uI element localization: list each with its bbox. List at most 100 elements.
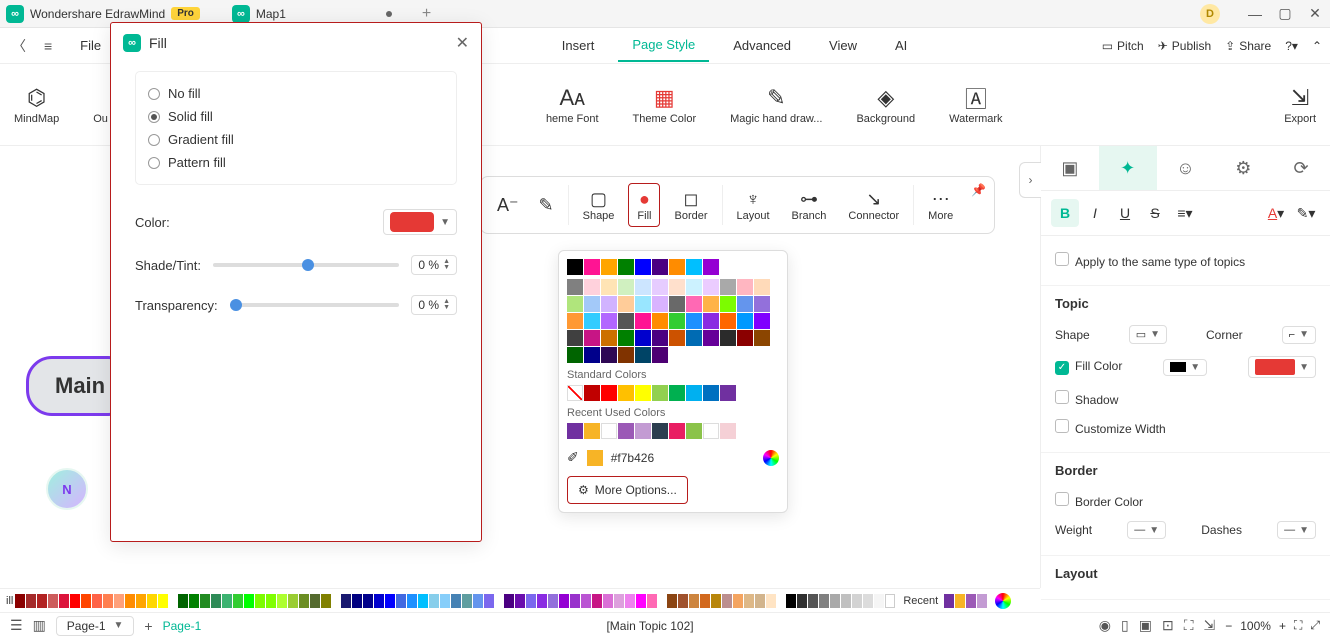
hex-value[interactable]: #f7b426: [611, 451, 654, 465]
fmt-align[interactable]: ≡▾: [1171, 199, 1199, 227]
strip-swatch[interactable]: [222, 594, 232, 608]
close-button[interactable]: ✕: [1300, 5, 1330, 22]
rp-tab-icon[interactable]: ☺: [1157, 146, 1215, 190]
menu-insert[interactable]: Insert: [548, 30, 609, 61]
ribbon-background[interactable]: ◈Background: [856, 85, 915, 125]
menu-ai[interactable]: AI: [881, 30, 921, 61]
strip-swatch[interactable]: [136, 594, 146, 608]
share-button[interactable]: ⇪ Share: [1225, 39, 1271, 53]
strip-swatch[interactable]: [755, 594, 765, 608]
outline-view-icon[interactable]: ☰: [10, 617, 23, 634]
ft-layout[interactable]: ♆Layout: [729, 184, 778, 226]
strip-swatch[interactable]: [581, 594, 591, 608]
shape-select[interactable]: ▭ ▼: [1129, 325, 1167, 344]
color-swatch[interactable]: [567, 423, 583, 439]
color-swatch[interactable]: [703, 259, 719, 275]
dialog-close-button[interactable]: ✕: [456, 33, 469, 53]
strip-swatch[interactable]: [766, 594, 776, 608]
strip-swatch[interactable]: [537, 594, 547, 608]
fullscreen[interactable]: ⤢: [1310, 618, 1320, 633]
fill-opt-gradient[interactable]: Gradient fill: [148, 128, 444, 151]
menu-icon[interactable]: ≡: [40, 38, 56, 54]
ft-format-painter[interactable]: ✎: [531, 190, 562, 220]
strip-swatch[interactable]: [440, 594, 450, 608]
transparency-spinner[interactable]: ▲▼: [443, 299, 450, 311]
strip-swatch[interactable]: [277, 594, 287, 608]
strip-swatch[interactable]: [92, 594, 102, 608]
strip-swatch[interactable]: [255, 594, 265, 608]
color-swatch[interactable]: [567, 279, 583, 295]
color-swatch[interactable]: [703, 296, 719, 312]
color-swatch[interactable]: [567, 347, 583, 363]
collapse-ribbon[interactable]: ⌃: [1312, 39, 1322, 53]
color-swatch[interactable]: [754, 313, 770, 329]
color-swatch[interactable]: [669, 330, 685, 346]
strip-swatch[interactable]: [592, 594, 602, 608]
strip-swatch[interactable]: [114, 594, 124, 608]
ribbon-watermark[interactable]: 🄰Watermark: [949, 85, 1002, 125]
color-swatch[interactable]: [635, 313, 651, 329]
color-swatch[interactable]: [669, 385, 685, 401]
strip-swatch[interactable]: [797, 594, 807, 608]
color-swatch[interactable]: [584, 385, 600, 401]
strip-swatch[interactable]: [81, 594, 91, 608]
color-swatch[interactable]: [754, 279, 770, 295]
color-swatch[interactable]: [618, 347, 634, 363]
strip-swatch[interactable]: [689, 594, 699, 608]
color-swatch[interactable]: [703, 279, 719, 295]
color-swatch[interactable]: [635, 347, 651, 363]
color-swatch[interactable]: [618, 259, 634, 275]
color-swatch[interactable]: [652, 385, 668, 401]
strip-recent-swatch[interactable]: [977, 594, 987, 608]
status-icon-4[interactable]: ⊡: [1162, 617, 1174, 634]
color-swatch[interactable]: [737, 296, 753, 312]
color-swatch[interactable]: [567, 259, 583, 275]
color-swatch[interactable]: [686, 330, 702, 346]
color-swatch[interactable]: [584, 296, 600, 312]
pin-icon[interactable]: 📌: [971, 183, 986, 197]
strip-swatch[interactable]: [504, 594, 514, 608]
strip-swatch[interactable]: [70, 594, 80, 608]
fill-color-select[interactable]: ▼: [1248, 356, 1316, 378]
fmt-italic[interactable]: I: [1081, 199, 1109, 227]
ft-border[interactable]: ◻Border: [666, 184, 715, 226]
status-icon-2[interactable]: ▯: [1121, 617, 1129, 634]
strip-swatch[interactable]: [678, 594, 688, 608]
color-swatch[interactable]: [720, 279, 736, 295]
color-swatch[interactable]: [703, 313, 719, 329]
strip-swatch[interactable]: [244, 594, 254, 608]
strip-swatch[interactable]: [808, 594, 818, 608]
fill-color-check[interactable]: ✓: [1055, 361, 1069, 375]
strip-swatch[interactable]: [103, 594, 113, 608]
strip-swatch[interactable]: [830, 594, 840, 608]
strip-swatch[interactable]: [189, 594, 199, 608]
user-avatar[interactable]: D: [1200, 4, 1220, 24]
color-swatch[interactable]: [669, 279, 685, 295]
color-swatch[interactable]: [703, 423, 719, 439]
status-icon-3[interactable]: ▣: [1139, 617, 1152, 634]
strip-recent-swatch[interactable]: [966, 594, 976, 608]
color-swatch[interactable]: [635, 259, 651, 275]
strip-swatch[interactable]: [407, 594, 417, 608]
strip-swatch[interactable]: [548, 594, 558, 608]
strip-swatch[interactable]: [786, 594, 796, 608]
strip-swatch[interactable]: [667, 594, 677, 608]
color-swatch[interactable]: [686, 385, 702, 401]
help-button[interactable]: ?▾: [1285, 39, 1298, 53]
color-swatch[interactable]: [618, 385, 634, 401]
maximize-button[interactable]: ▢: [1270, 5, 1300, 22]
color-swatch[interactable]: [567, 296, 583, 312]
strip-swatch[interactable]: [874, 594, 884, 608]
strip-swatch[interactable]: [385, 594, 395, 608]
strip-swatch[interactable]: [614, 594, 624, 608]
color-swatch[interactable]: [584, 259, 600, 275]
doc-tab[interactable]: ∞ Map1: [226, 5, 392, 23]
color-swatch[interactable]: [652, 296, 668, 312]
strip-swatch[interactable]: [158, 594, 168, 608]
assistant-avatar[interactable]: N: [46, 468, 88, 510]
strip-swatch[interactable]: [15, 594, 25, 608]
shadow-check[interactable]: [1055, 390, 1069, 404]
color-swatch[interactable]: [567, 313, 583, 329]
strip-swatch[interactable]: [299, 594, 309, 608]
shade-spinner[interactable]: ▲▼: [443, 259, 450, 271]
